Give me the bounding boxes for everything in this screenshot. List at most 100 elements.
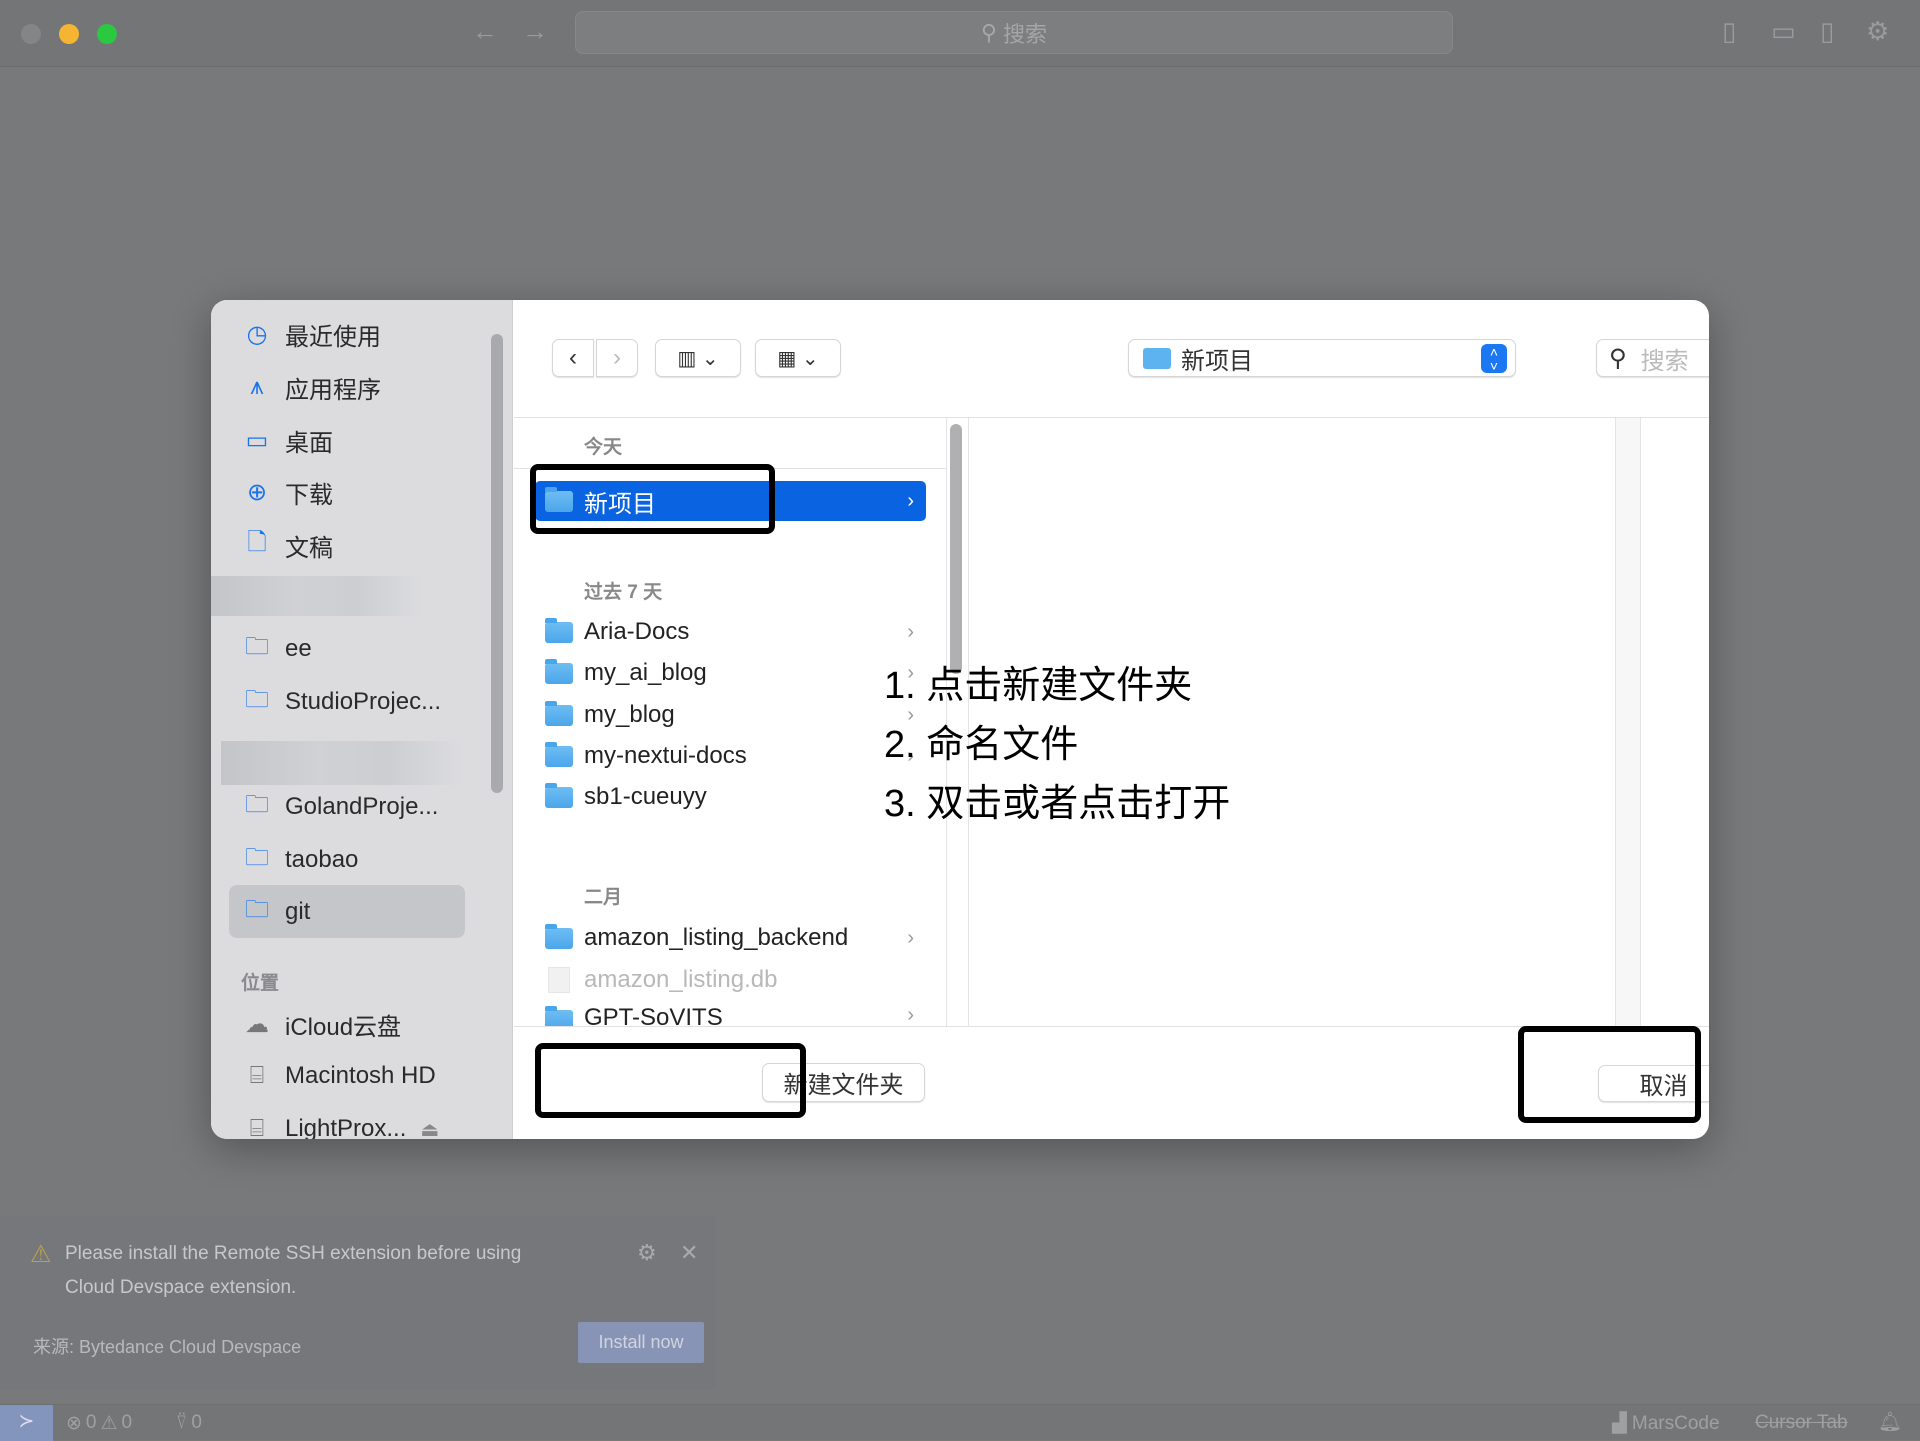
sidebar-item-lightproxy[interactable]: ⌸ LightProx... ⏏ <box>243 1109 440 1140</box>
search-field[interactable]: ⚲ 搜索 <box>1596 339 1709 377</box>
close-icon[interactable]: ✕ <box>680 1240 698 1266</box>
back-arrow-icon[interactable]: ← <box>472 16 498 47</box>
section-header-past-7-days: 过去 7 天 <box>584 582 663 603</box>
chevron-down-icon: ⌄ <box>801 347 819 370</box>
group-by-button[interactable]: ▦ ⌄ <box>755 339 841 377</box>
sidebar-item-taobao[interactable]: 🗀 taobao <box>243 840 358 880</box>
sidebar-item-ee[interactable]: 🗀 ee <box>243 629 312 669</box>
back-button[interactable]: ‹ <box>552 339 594 377</box>
popup-stepper-icon: ˄ ˅ <box>1481 344 1507 373</box>
dialog-sidebar: ◷ 最近使用 ⩚ 应用程序 ▭ 桌面 ⊕ 下载 🗋 文稿 🗀 ee 🗀 StudioProje… <box>211 300 513 1139</box>
sidebar-item-macintosh-hd[interactable]: ⌸ Macintosh HD <box>243 1056 436 1096</box>
title-bar: ← → ⚲ 搜索 ▯ ▭ ▯ ⚙ <box>0 0 1920 67</box>
dialog-main: ‹ › ▥ ⌄ ▦ ⌄ 新项目 ˄ ˅ ⚲ 搜索 今天 新项目 › 过去 7 天 Ar… <box>514 300 1709 1139</box>
close-window-button[interactable] <box>21 24 41 44</box>
chevron-right-icon: › <box>907 620 914 643</box>
toggle-panel-icon[interactable]: ▭ <box>1771 16 1796 47</box>
desktop-icon: ▭ <box>245 426 269 454</box>
folder-icon <box>545 658 573 684</box>
list-item[interactable]: GPT-SoVITS › <box>535 1000 926 1026</box>
chevron-down-icon: ⌄ <box>701 347 719 370</box>
settings-gear-icon[interactable]: ⚙ <box>1866 16 1889 47</box>
remote-icon: ≻ <box>18 1411 35 1432</box>
command-search-input[interactable]: ⚲ 搜索 <box>575 11 1453 54</box>
sidebar-item-recents[interactable]: ◷ 最近使用 <box>243 314 381 354</box>
chevron-right-icon: › <box>907 489 914 512</box>
notifications-bell-icon[interactable]: 🔔︎ <box>1878 1410 1902 1434</box>
column-resize-handle[interactable] <box>1615 418 1641 1026</box>
clock-icon: ◷ <box>246 320 268 348</box>
broadcast-icon: ⍢ <box>176 1412 188 1433</box>
notification-toast: ⚠ Please install the Remote SSH extensio… <box>0 1216 716 1390</box>
cloud-icon: ☁ <box>245 1010 269 1038</box>
list-item[interactable]: sb1-cueuyy <box>535 777 926 817</box>
sidebar-item-golandprojects[interactable]: 🗀 GolandProje... <box>243 787 438 827</box>
problems-indicator[interactable]: ⊗ 0 ⚠ 0 <box>66 1412 132 1435</box>
annotation-step-1: 1. 点击新建文件夹 <box>884 665 1193 707</box>
sidebar-item-studioprojects[interactable]: 🗀 StudioProjec... <box>243 682 441 722</box>
cursor-tab-status[interactable]: Cursor Tab <box>1755 1412 1848 1434</box>
list-item[interactable]: Aria-Docs › <box>535 612 926 652</box>
sidebar-item-applications[interactable]: ⩚ 应用程序 <box>243 367 381 407</box>
section-header-february: 二月 <box>584 887 623 908</box>
download-icon: ⊕ <box>246 478 268 506</box>
notification-message: Please install the Remote SSH extension … <box>65 1243 522 1264</box>
error-icon: ⊗ <box>66 1413 82 1434</box>
sidebar-item-git[interactable]: 🗀 git <box>243 892 310 932</box>
list-item[interactable]: my_blog › <box>535 695 926 735</box>
maximize-window-button[interactable] <box>97 24 117 44</box>
section-header-today: 今天 <box>584 437 623 458</box>
sidebar-scrollbar[interactable] <box>491 334 503 793</box>
search-icon: ⚲ <box>1609 344 1627 372</box>
remote-indicator-button[interactable]: ≻ <box>0 1405 53 1441</box>
annotation-box-open <box>1518 1026 1701 1123</box>
chevron-left-icon: ‹ <box>569 344 577 371</box>
folder-icon: 🗀 <box>245 843 269 871</box>
notification-message-line2: Cloud Devspace extension. <box>65 1277 297 1298</box>
install-now-button[interactable]: Install now <box>578 1322 704 1363</box>
blurred-sidebar-item <box>211 576 421 616</box>
chevron-right-icon: › <box>613 344 621 371</box>
marscode-icon: ▟ <box>1612 1413 1632 1434</box>
disk-icon: ⌸ <box>249 1115 265 1139</box>
folder-icon: 🗀 <box>245 685 269 713</box>
ports-indicator[interactable]: ⍢ 0 <box>176 1412 202 1434</box>
sidebar-item-desktop[interactable]: ▭ 桌面 <box>243 420 333 460</box>
sidebar-item-documents[interactable]: 🗋 文稿 <box>243 525 333 565</box>
search-icon: ⚲ <box>980 19 998 45</box>
marscode-status[interactable]: ▟ MarsCode <box>1612 1412 1720 1435</box>
file-icon <box>548 967 570 993</box>
divider <box>514 417 1709 418</box>
columns-icon: ▥ <box>677 347 697 370</box>
column-scrollbar[interactable] <box>950 424 962 674</box>
annotation-step-3: 3. 双击或者点击打开 <box>884 783 1231 825</box>
blurred-sidebar-item <box>221 741 461 785</box>
folder-icon <box>545 1006 573 1026</box>
toggle-sidebar-icon[interactable]: ▯ <box>1722 16 1736 47</box>
gear-icon[interactable]: ⚙ <box>637 1240 657 1266</box>
forward-arrow-icon[interactable]: → <box>522 16 548 47</box>
annotation-box-new-folder <box>535 1043 806 1118</box>
list-item[interactable]: my-nextui-docs › <box>535 736 926 776</box>
disk-icon: ⌸ <box>249 1062 265 1089</box>
folder-icon <box>1143 347 1171 369</box>
chevron-right-icon: › <box>907 1004 914 1026</box>
sidebar-item-downloads[interactable]: ⊕ 下载 <box>243 472 333 512</box>
annotation-box-selected-folder <box>530 464 775 534</box>
folder-icon: 🗀 <box>245 632 269 660</box>
sidebar-item-icloud[interactable]: ☁ iCloud云盘 <box>243 1004 401 1044</box>
view-mode-button[interactable]: ▥ ⌄ <box>655 339 741 377</box>
path-popup[interactable]: 新项目 ˄ ˅ <box>1128 339 1516 377</box>
toggle-secondary-sidebar-icon[interactable]: ▯ <box>1820 16 1834 47</box>
folder-icon <box>545 700 573 726</box>
minimize-window-button[interactable] <box>59 24 79 44</box>
app-store-icon: ⩚ <box>250 373 264 400</box>
annotation-step-2: 2. 命名文件 <box>884 724 1079 766</box>
eject-icon[interactable]: ⏏ <box>420 1117 439 1140</box>
warning-icon: ⚠ <box>30 1241 52 1268</box>
list-item[interactable]: my_ai_blog › <box>535 653 926 693</box>
list-item[interactable]: amazon_listing_backend › <box>535 918 926 958</box>
forward-button[interactable]: › <box>596 339 638 377</box>
folder-icon <box>545 923 573 949</box>
grid-icon: ▦ <box>777 347 797 370</box>
